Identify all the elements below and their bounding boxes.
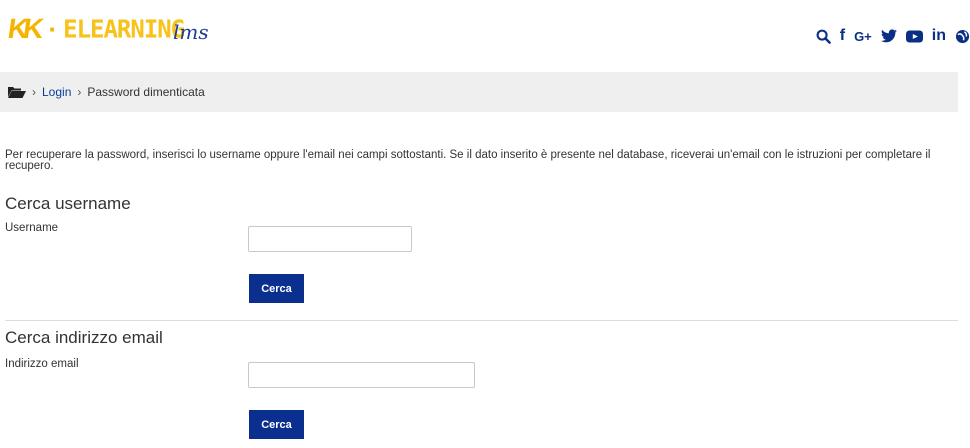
email-label: Indirizzo email bbox=[5, 358, 79, 370]
facebook-icon[interactable]: f bbox=[840, 27, 845, 45]
username-input[interactable] bbox=[248, 226, 412, 252]
email-section-title: Cerca indirizzo email bbox=[5, 328, 163, 347]
site-logo[interactable]: KK · ELEARNING bbox=[5, 8, 185, 50]
folder-open-icon[interactable] bbox=[8, 86, 26, 98]
globe-icon[interactable] bbox=[955, 27, 970, 45]
logo-brand: KK bbox=[5, 13, 41, 44]
breadcrumb-login-link[interactable]: Login bbox=[42, 85, 71, 99]
username-section-title: Cerca username bbox=[5, 194, 131, 213]
google-plus-icon[interactable]: G+ bbox=[854, 27, 872, 45]
search-email-button[interactable]: Cerca bbox=[249, 410, 304, 439]
twitter-icon[interactable] bbox=[880, 27, 897, 45]
youtube-icon[interactable] bbox=[905, 27, 923, 45]
search-icon[interactable] bbox=[816, 27, 831, 45]
logo-suffix: lms bbox=[173, 20, 209, 44]
site-header: KK · ELEARNING lms f G+ in bbox=[0, 0, 970, 72]
breadcrumb: › Login › Password dimenticata bbox=[0, 72, 958, 112]
intro-text: Per recuperare la password, inserisci lo… bbox=[5, 149, 931, 172]
logo-dot: · bbox=[48, 14, 58, 44]
breadcrumb-separator: › bbox=[77, 85, 82, 99]
breadcrumb-current: Password dimenticata bbox=[87, 85, 205, 99]
breadcrumb-separator: › bbox=[32, 85, 36, 99]
search-username-button[interactable]: Cerca bbox=[249, 274, 304, 303]
email-input[interactable] bbox=[248, 362, 475, 388]
section-divider bbox=[5, 320, 958, 321]
social-links: f G+ in bbox=[816, 27, 970, 45]
username-label: Username bbox=[5, 222, 59, 234]
logo-text: ELEARNING bbox=[63, 14, 185, 44]
linkedin-icon[interactable]: in bbox=[932, 27, 946, 45]
